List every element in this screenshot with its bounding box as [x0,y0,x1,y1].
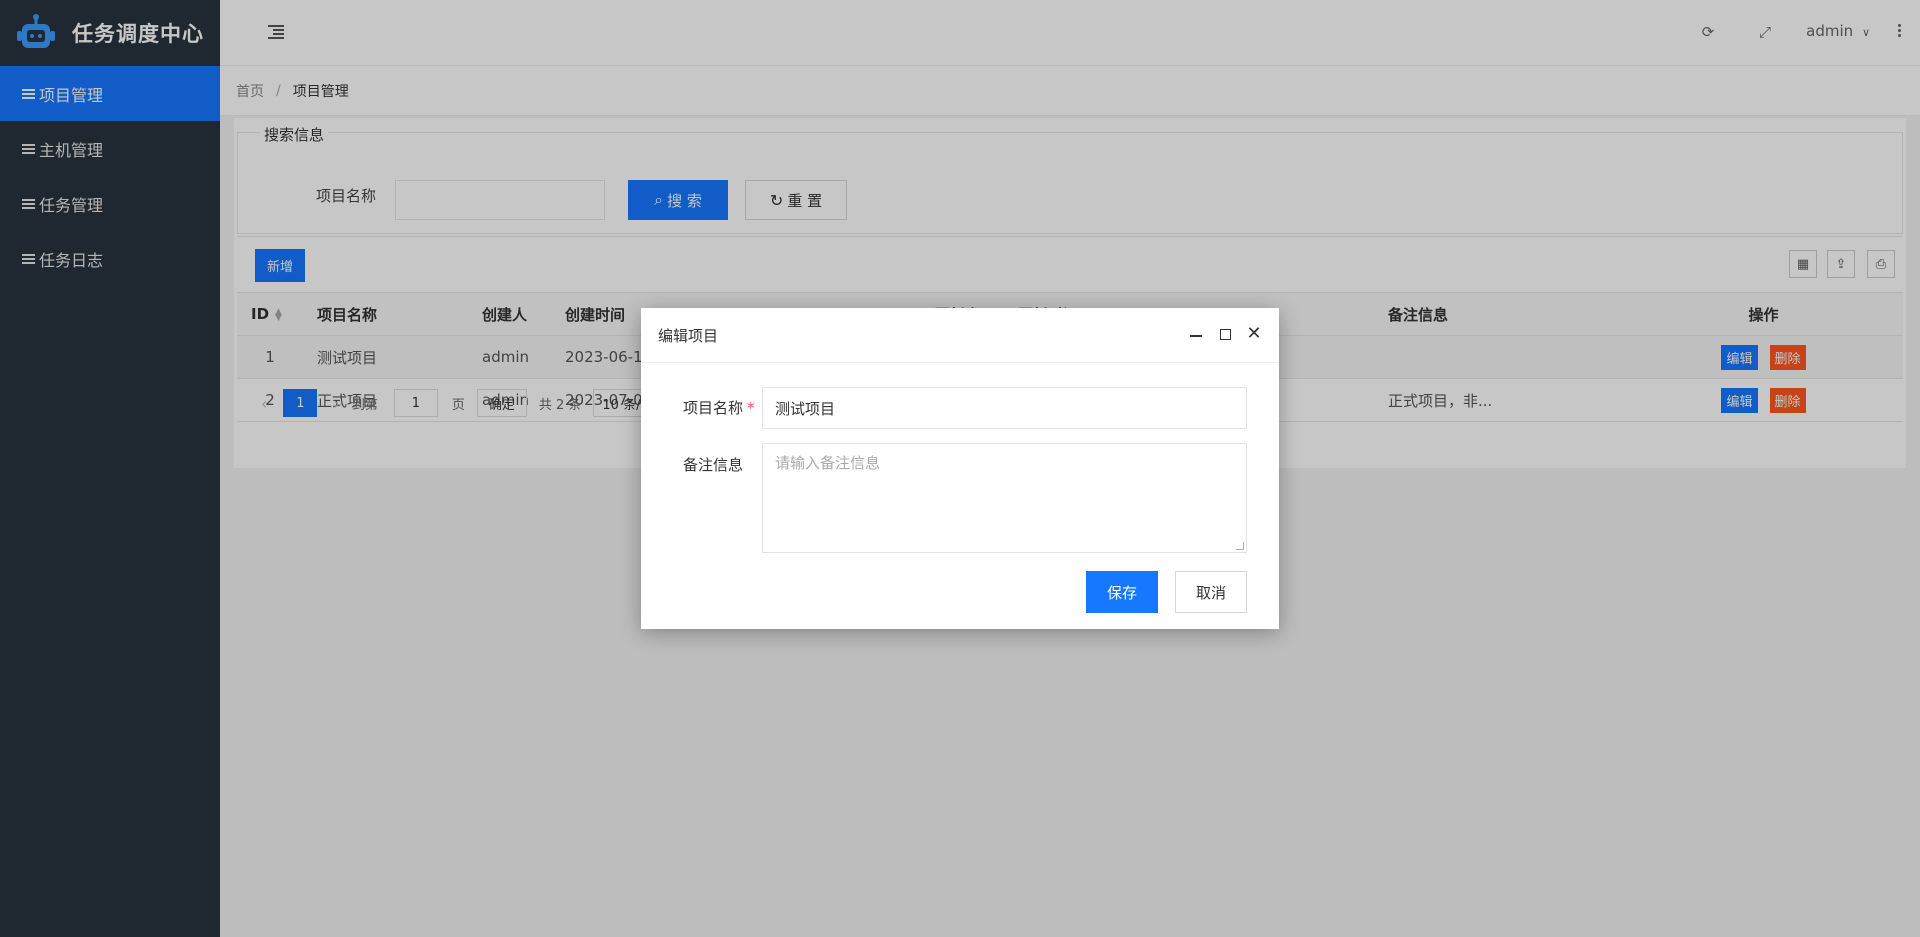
close-icon[interactable]: ✕ [1246,325,1262,343]
minimize-icon[interactable] [1188,326,1204,342]
cancel-button[interactable]: 取消 [1175,571,1247,613]
note-placeholder: 请输入备注信息 [775,454,881,472]
note-textarea[interactable]: 请输入备注信息 [762,443,1247,553]
name-field-label: 项目名称 * [683,399,755,417]
save-button[interactable]: 保存 [1086,571,1158,613]
project-name-input[interactable]: 测试项目 [762,387,1247,429]
note-field-label: 备注信息 [683,456,744,474]
required-mark: * [747,399,755,417]
resize-handle-icon[interactable] [1236,542,1244,550]
dialog-title: 编辑项目 [658,326,719,345]
maximize-icon[interactable] [1217,326,1233,342]
dialog-header: 编辑项目 [641,308,1279,363]
edit-project-dialog: 编辑项目 ✕ 项目名称 * 测试项目 备注信息 请输入备注信息 保存 取消 [641,308,1279,629]
